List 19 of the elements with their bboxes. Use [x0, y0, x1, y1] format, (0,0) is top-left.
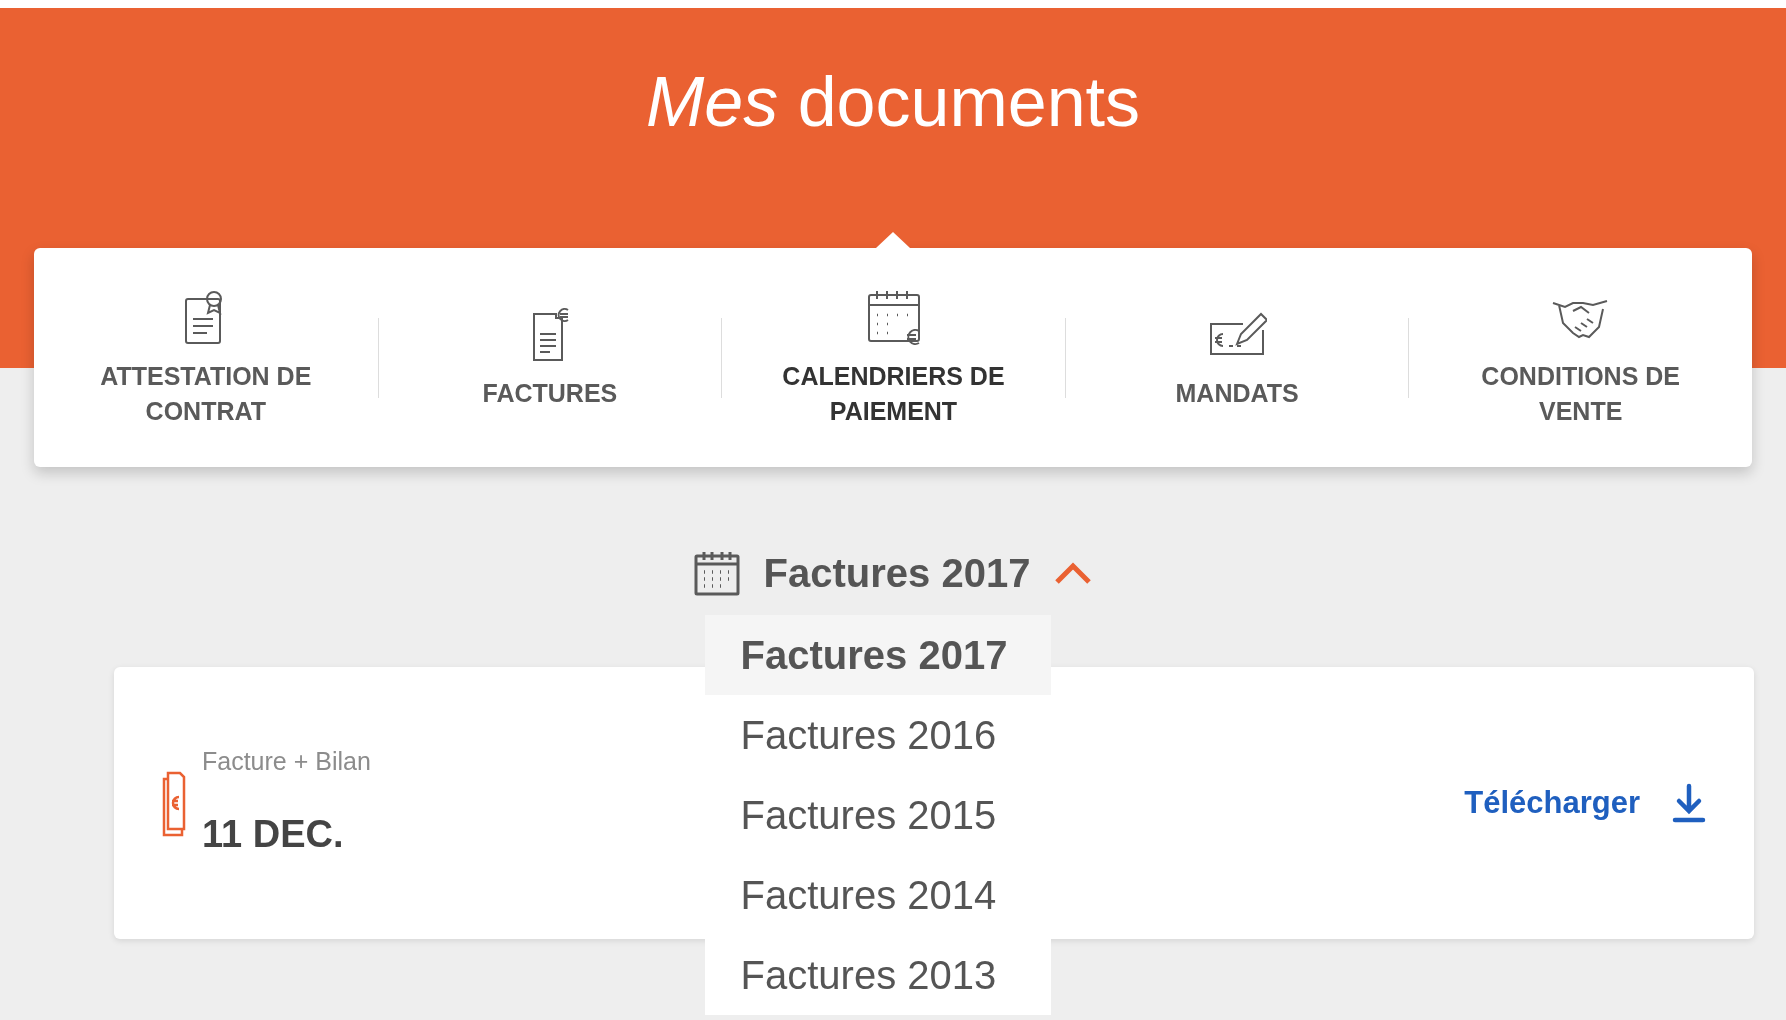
invoice-euro-icon	[162, 769, 186, 837]
document-date: 11 DEC.	[202, 812, 345, 858]
download-button[interactable]: Télécharger	[1464, 779, 1706, 827]
document-type: Facture + Bilan	[202, 745, 371, 777]
dropdown-option[interactable]: Factures 2017	[704, 615, 1051, 695]
dropdown-option[interactable]: Factures 2015	[704, 775, 1051, 855]
document-tab[interactable]: CONDITIONS DE VENTE	[1409, 248, 1752, 467]
document-tab[interactable]: FACTURES	[378, 248, 722, 467]
dropdown-option[interactable]: Factures 2016	[704, 695, 1051, 775]
page-title: Mes documents	[645, 62, 1141, 143]
download-icon	[1672, 783, 1706, 823]
calendar-icon	[693, 550, 740, 596]
document-tab[interactable]: ATTESTATION DE CONTRAT	[34, 248, 378, 467]
year-dropdown[interactable]: Factures 2017	[693, 547, 1093, 599]
document-tab[interactable]: CALENDRIERS DE PAIEMENT	[722, 248, 1065, 467]
chevron-icon	[1054, 561, 1093, 585]
document-tab[interactable]: MANDATS	[1065, 248, 1409, 467]
dropdown-option[interactable]: Factures 2013	[704, 935, 1051, 1015]
dropdown-option[interactable]: Factures 2014	[704, 855, 1051, 935]
